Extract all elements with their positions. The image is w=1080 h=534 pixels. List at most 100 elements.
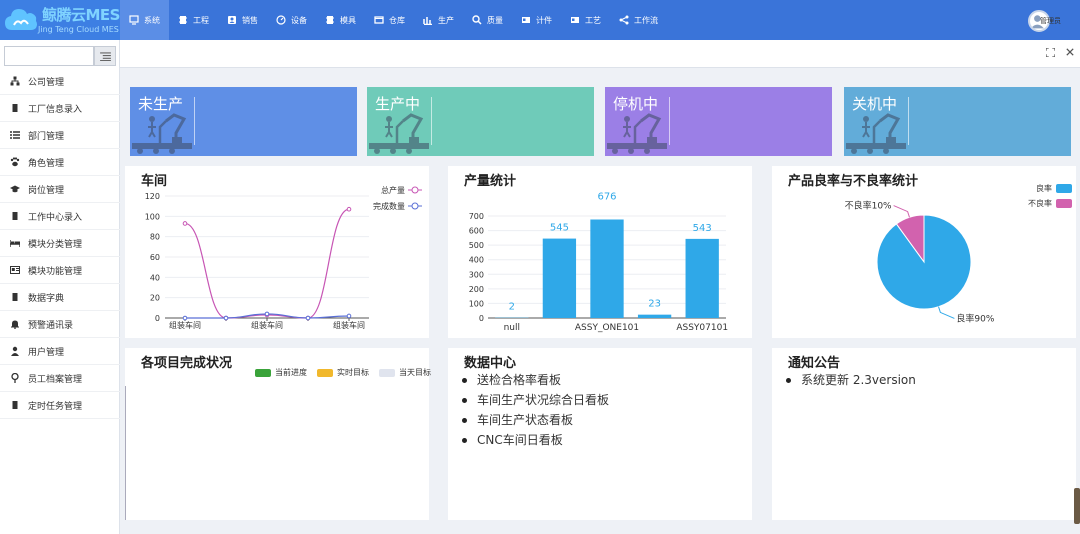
data-label: 545: [550, 223, 569, 234]
legend-item[interactable]: 当天目标: [379, 367, 431, 378]
divider: [669, 97, 670, 145]
pie-label: 良率90%: [956, 312, 994, 324]
notice-title: 通知公告: [788, 356, 841, 371]
brand-subtitle: Jing Teng Cloud MES: [38, 25, 119, 34]
sidebar-item-9[interactable]: 预警通讯录: [0, 311, 120, 338]
list-item-label: 车间生产状态看板: [477, 413, 574, 427]
list-item[interactable]: 系统更新 2.3version: [786, 370, 916, 390]
y-tick-label: 20: [150, 294, 160, 303]
nav-item-2[interactable]: 销售: [218, 0, 267, 40]
data-label: 676: [597, 191, 616, 202]
sidebar-item-1[interactable]: 工厂信息录入: [0, 95, 120, 122]
sidebar-item-label: 用户管理: [28, 347, 65, 358]
sidebar-item-label: 岗位管理: [28, 185, 65, 196]
nav-item-label: 工作流: [634, 15, 658, 25]
legend-swatch: [1056, 184, 1072, 193]
x-tick-label: ASSY07101: [676, 323, 728, 333]
sidebar-item-4[interactable]: 岗位管理: [0, 176, 120, 203]
graduation-cap-icon: [10, 185, 20, 193]
nav-item-8[interactable]: 计件: [512, 0, 561, 40]
nav-item-label: 仓库: [389, 15, 405, 25]
robot-arm-icon: [132, 113, 192, 154]
notice-list: 系统更新 2.3version: [786, 370, 916, 390]
nav-item-9[interactable]: 工艺: [561, 0, 610, 40]
chip-icon: [12, 401, 18, 409]
list-item[interactable]: 车间生产状态看板: [462, 410, 609, 430]
datacenter-panel: 数据中心 送检合格率看板 车间生产状况综合日看板车间生产状态看板 CNC车间日看板: [448, 348, 752, 520]
bed-icon: [10, 240, 20, 247]
data-label: 23: [648, 299, 661, 310]
pie-slice: [876, 214, 972, 310]
status-card-0[interactable]: 未生产: [130, 87, 357, 156]
sidebar-item-12[interactable]: 定时任务管理: [0, 392, 120, 419]
nav-item-4[interactable]: 模具: [316, 0, 365, 40]
sidebar-item-7[interactable]: 模块功能管理: [0, 257, 120, 284]
legend-label: 当前进度: [275, 368, 307, 377]
sidebar-item-0[interactable]: 公司管理: [0, 68, 120, 95]
pie-label: 不良率10%: [845, 200, 892, 212]
nav-item-label: 质量: [487, 15, 503, 25]
pie-label-line: [938, 306, 955, 319]
close-icon[interactable]: [1064, 48, 1076, 60]
list-item[interactable]: 送检合格率看板: [462, 370, 609, 390]
y-tick-label: 100: [145, 212, 160, 221]
legend-item[interactable]: 当前进度: [255, 367, 307, 378]
legend-item[interactable]: 实时目标: [317, 367, 369, 378]
fullscreen-icon[interactable]: [1044, 47, 1056, 60]
sidebar-item-5[interactable]: 工作中心录入: [0, 203, 120, 230]
nav-item-3[interactable]: 设备: [267, 0, 316, 40]
legend-marker: [411, 202, 419, 210]
y-tick-label: 60: [150, 253, 160, 262]
nav-item-7[interactable]: 质量: [463, 0, 512, 40]
datacenter-title: 数据中心: [464, 356, 517, 371]
sidebar-item-label: 数据字典: [28, 293, 65, 304]
sidebar-search-input[interactable]: [4, 46, 94, 66]
list-item[interactable]: 车间生产状况综合日看板: [462, 390, 609, 410]
list-item[interactable]: CNC车间日看板: [462, 430, 609, 450]
brand-title: 鲸腾云MES: [42, 6, 120, 24]
menu-icon: [99, 51, 111, 61]
brand-logo[interactable]: 鲸腾云MES Jing Teng Cloud MES: [0, 0, 120, 40]
data-label: 2: [509, 302, 515, 313]
sidebar-item-10[interactable]: 用户管理: [0, 338, 120, 365]
sidebar-item-2[interactable]: 部门管理: [0, 122, 120, 149]
sidebar-item-label: 定时任务管理: [28, 401, 83, 412]
user-name[interactable]: 管理员: [1040, 16, 1061, 26]
x-tick-label: 组装车间: [251, 320, 283, 330]
status-card-2[interactable]: 停机中: [605, 87, 832, 156]
user-icon: [11, 346, 19, 356]
legend-marker: [411, 186, 419, 194]
nav-item-5[interactable]: 仓库: [365, 0, 414, 40]
scrollbar[interactable]: [1074, 488, 1080, 524]
sidebar-toggle-button[interactable]: [94, 46, 116, 66]
sitemap-icon: [10, 76, 20, 86]
x-tick-label: 组装车间: [333, 320, 365, 330]
y-tick-label: 300: [469, 270, 484, 279]
chip-icon: [12, 212, 18, 220]
robot-arm-icon: [607, 113, 667, 154]
project-title: 各项目完成状况: [141, 356, 233, 371]
sidebar-menu: 公司管理 工厂信息录入 部门管理 角色管理岗位管理工作中心录入 模块分类管理 模块功能管理…: [0, 68, 120, 419]
data-point: [346, 313, 352, 319]
nav-item-0[interactable]: 系统: [120, 0, 169, 40]
robot-arm-icon: [369, 113, 429, 154]
nav-item-6[interactable]: 生产: [414, 0, 463, 40]
sidebar-item-3[interactable]: 角色管理: [0, 149, 120, 176]
sidebar-item-11[interactable]: 员工档案管理: [0, 365, 120, 392]
nav-item-10[interactable]: 工作流: [610, 0, 667, 40]
data-label: 543: [693, 223, 712, 234]
project-panel: 各项目完成状况 当前进度 实时目标 当天目标: [125, 348, 431, 520]
sidebar-item-8[interactable]: 数据字典: [0, 284, 120, 311]
main-nav: 系统 工程 销售 设备 模具 仓库 生产 质量 计件 工艺 工作流: [120, 0, 667, 40]
x-tick-label: 组装车间: [169, 320, 201, 330]
nav-item-1[interactable]: 工程: [169, 0, 218, 40]
sidebar-item-6[interactable]: 模块分类管理: [0, 230, 120, 257]
status-card-3[interactable]: 关机中: [844, 87, 1071, 156]
dashboard: 未生产 生产中 停机中 关机中 车间 0 20 40 60 80 100 120 组装车间 组装…: [120, 68, 1080, 534]
nav-item-label: 模具: [340, 15, 356, 25]
divider: [431, 97, 432, 145]
status-card-1[interactable]: 生产中: [367, 87, 594, 156]
data-point: [346, 206, 352, 212]
y-tick-label: 200: [469, 285, 484, 294]
legend-label: 良率: [1036, 183, 1052, 193]
